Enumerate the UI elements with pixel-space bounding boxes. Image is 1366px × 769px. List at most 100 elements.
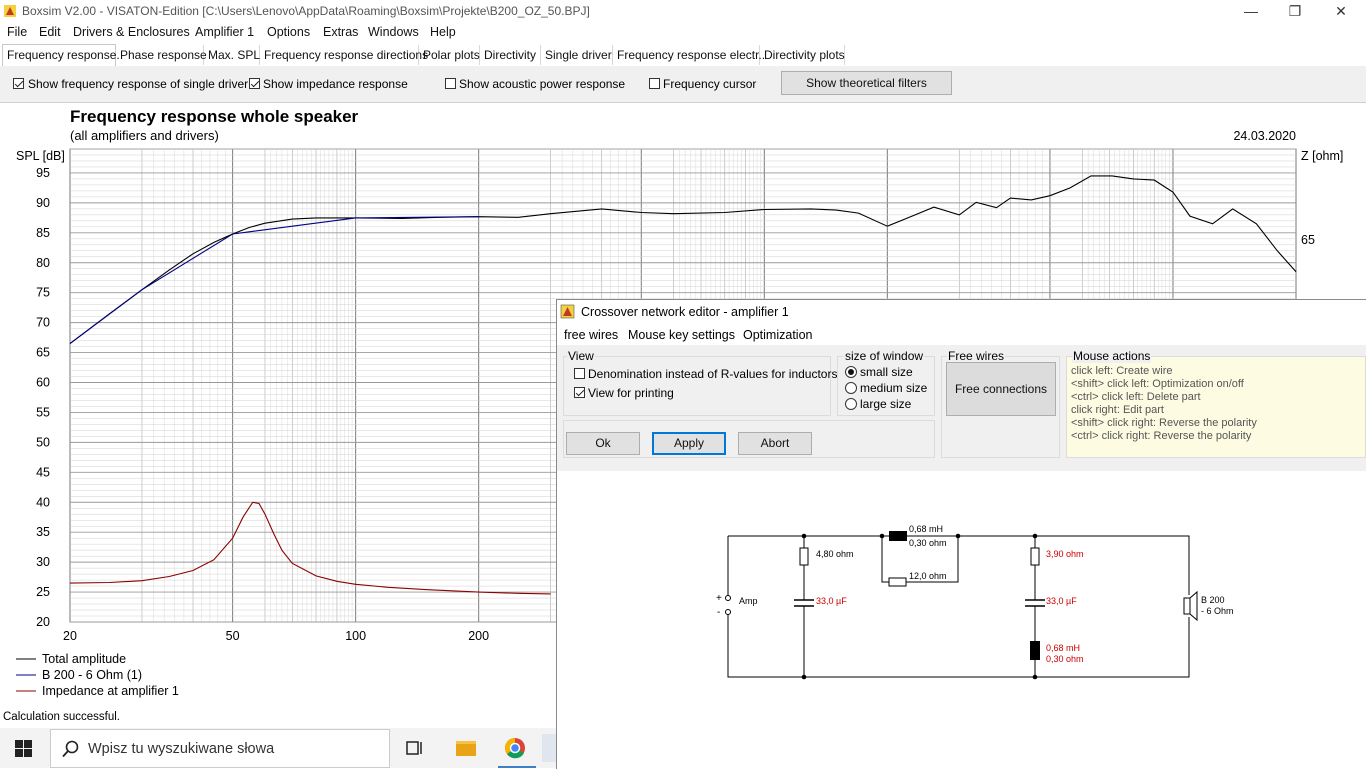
minimize-button[interactable]: —: [1228, 0, 1274, 22]
options-bar: Show frequency response of single driver…: [0, 66, 1366, 103]
abort-button[interactable]: Abort: [738, 432, 812, 455]
denomination-label: Denomination instead of R-values for ind…: [588, 367, 838, 381]
tab-max-spl[interactable]: Max. SPL: [204, 45, 260, 65]
resistor-parallel[interactable]: [888, 577, 907, 587]
amp-plus-terminal[interactable]: [725, 595, 731, 601]
resistor-r2[interactable]: [1030, 547, 1040, 566]
y-tick-label: 65: [36, 346, 50, 360]
taskbar-search-box[interactable]: Wpisz tu wyszukiwane słowa: [50, 729, 390, 768]
task-view-icon[interactable]: [406, 739, 424, 757]
tab-polar-plots[interactable]: Polar plots: [419, 45, 480, 65]
y-tick-label: 50: [36, 435, 50, 449]
tab-strip: Frequency response. Phase response Max. …: [0, 44, 1366, 67]
y-tick-label: 85: [36, 226, 50, 240]
menu-drivers-enclosures[interactable]: Drivers & Enclosures: [73, 25, 190, 39]
close-button[interactable]: ✕: [1318, 0, 1364, 22]
crossover-dialog-title: Crossover network editor - amplifier 1: [581, 305, 789, 319]
crossover-schematic[interactable]: + - Amp 4,80 ohm 33,0 µF 0,68 mH 0,30 oh…: [700, 520, 1260, 690]
acoustic-power-label: Show acoustic power response: [459, 77, 626, 91]
chart-date: 24.03.2020: [1233, 129, 1296, 143]
dialog-menu-optimization[interactable]: Optimization: [743, 328, 812, 342]
amp-plus-sign: +: [716, 593, 722, 604]
wire[interactable]: [727, 612, 1190, 678]
window-size-group-title: size of window: [844, 349, 925, 363]
tab-single-driver[interactable]: Single driver: [541, 45, 613, 65]
view-for-printing-checkbox[interactable]: [574, 387, 585, 398]
y-tick-labels: 95 90 85 80 75 70 65 60 55 50 45 40 35 30 25 20: [36, 166, 50, 629]
series-line-1: [69, 216, 479, 345]
chrome-icon[interactable]: [504, 737, 526, 759]
inductor-l1[interactable]: [889, 531, 907, 541]
free-wires-group-title: Free wires: [947, 349, 1006, 363]
menu-amplifier-1[interactable]: Amplifier 1: [195, 25, 254, 39]
ok-button[interactable]: Ok: [566, 432, 640, 455]
y-tick-label: 35: [36, 525, 50, 539]
y-tick-label: 95: [36, 166, 50, 180]
amp-minus-sign: -: [717, 607, 720, 618]
menu-options[interactable]: Options: [267, 25, 310, 39]
tab-directivity[interactable]: Directivity: [480, 45, 541, 65]
acoustic-power-checkbox[interactable]: [445, 78, 456, 89]
inductor-l2[interactable]: [1030, 641, 1040, 660]
boxsim-taskbar-item[interactable]: [542, 734, 556, 762]
search-placeholder: Wpisz tu wyszukiwane słowa: [88, 741, 275, 757]
y-axis-label: SPL [dB]: [16, 149, 65, 163]
free-connections-button[interactable]: Free connections: [946, 362, 1056, 416]
driver-cone: [1189, 590, 1198, 622]
dialog-menu-mouse-key-settings[interactable]: Mouse key settings: [628, 328, 735, 342]
frequency-cursor-checkbox[interactable]: [649, 78, 660, 89]
tab-frequency-response-electrical[interactable]: Frequency response electr..: [613, 45, 765, 65]
menu-file[interactable]: File: [7, 25, 27, 39]
windows-start-icon[interactable]: [15, 740, 32, 757]
single-driver-checkbox[interactable]: [13, 78, 24, 89]
wire[interactable]: [907, 535, 1190, 595]
mouse-actions-group-title: Mouse actions: [1072, 349, 1152, 363]
x-tick-label: 50: [226, 629, 240, 643]
impedance-label: Show impedance response: [263, 77, 408, 91]
dialog-menu-free-wires[interactable]: free wires: [564, 328, 618, 342]
x-tick-label: 20: [63, 629, 77, 643]
chart-subtitle: (all amplifiers and drivers): [70, 128, 219, 143]
y2-tick-label: 65: [1301, 233, 1315, 247]
restore-button[interactable]: ❐: [1272, 0, 1318, 22]
medium-size-radio[interactable]: [845, 382, 857, 394]
impedance-checkbox[interactable]: [249, 78, 260, 89]
mouse-action-line: click right: Edit part: [1071, 404, 1164, 416]
tab-phase-response[interactable]: Phase response: [116, 45, 207, 65]
medium-size-label: medium size: [860, 381, 928, 395]
denomination-checkbox[interactable]: [574, 368, 585, 379]
small-size-radio[interactable]: [845, 366, 857, 378]
driver-name: B 200: [1201, 595, 1225, 605]
window-title: Boxsim V2.00 - VISATON-Edition [C:\Users…: [22, 4, 590, 18]
amp-minus-terminal[interactable]: [725, 609, 731, 615]
inductor-l2-value: 0,68 mH: [1046, 643, 1080, 653]
tab-directivity-plots[interactable]: Directivity plots: [760, 45, 845, 65]
resistor-parallel-value: 12,0 ohm: [909, 571, 947, 581]
resistor-r1-value: 4,80 ohm: [816, 549, 854, 559]
capacitor-c1-value: 33,0 µF: [816, 596, 847, 606]
resistor-r1[interactable]: [799, 547, 809, 566]
apply-button[interactable]: Apply: [652, 432, 726, 455]
large-size-radio[interactable]: [845, 398, 857, 410]
file-explorer-icon[interactable]: [455, 738, 477, 758]
inductor-l2-resistance: 0,30 ohm: [1046, 654, 1084, 664]
driver-symbol[interactable]: [1183, 597, 1191, 615]
y-tick-label: 45: [36, 465, 50, 479]
tab-frequency-response[interactable]: Frequency response.: [2, 44, 120, 66]
menu-help[interactable]: Help: [430, 25, 456, 39]
wire[interactable]: [881, 536, 889, 583]
crossover-app-icon: [560, 304, 575, 319]
x-tick-label: 100: [345, 629, 366, 643]
menu-windows[interactable]: Windows: [368, 25, 419, 39]
mouse-action-line: <ctrl> click left: Delete part: [1071, 391, 1201, 403]
y2-axis-label: Z [ohm]: [1301, 149, 1343, 163]
mouse-action-line: click left: Create wire: [1071, 365, 1173, 377]
small-size-label: small size: [860, 365, 913, 379]
menu-edit[interactable]: Edit: [39, 25, 61, 39]
menu-extras[interactable]: Extras: [323, 25, 358, 39]
y-tick-label: 55: [36, 405, 50, 419]
x-tick-label: 200: [468, 629, 489, 643]
x-tick-labels: 20 50 100 200: [63, 629, 489, 643]
tab-frequency-response-directions[interactable]: Frequency response directions: [260, 45, 428, 65]
show-theoretical-filters-button[interactable]: Show theoretical filters: [781, 71, 952, 95]
